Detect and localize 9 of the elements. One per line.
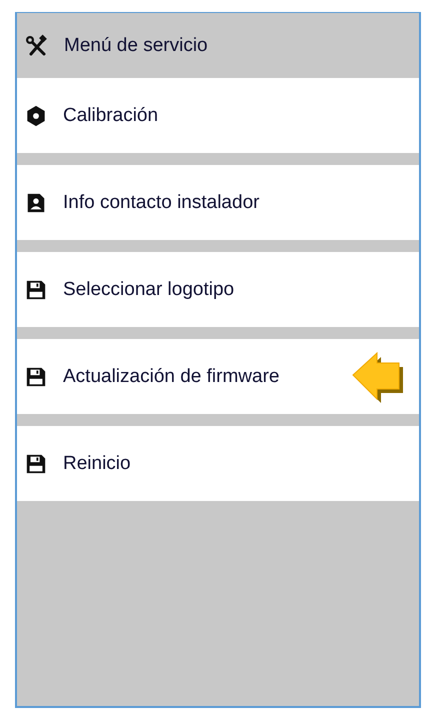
menu-item[interactable]: Info contacto instalador	[17, 165, 419, 240]
menu-title: Menú de servicio	[64, 34, 208, 56]
menu-item[interactable]: Calibración	[17, 78, 419, 153]
contact-card-icon	[25, 192, 47, 214]
menu-item[interactable]: Reinicio	[17, 426, 419, 501]
menu-item[interactable]: Seleccionar logotipo	[17, 252, 419, 327]
menu-item[interactable]: Actualización de firmware	[17, 339, 419, 414]
tools-icon	[25, 34, 49, 58]
hexagon-nut-icon	[25, 104, 47, 126]
